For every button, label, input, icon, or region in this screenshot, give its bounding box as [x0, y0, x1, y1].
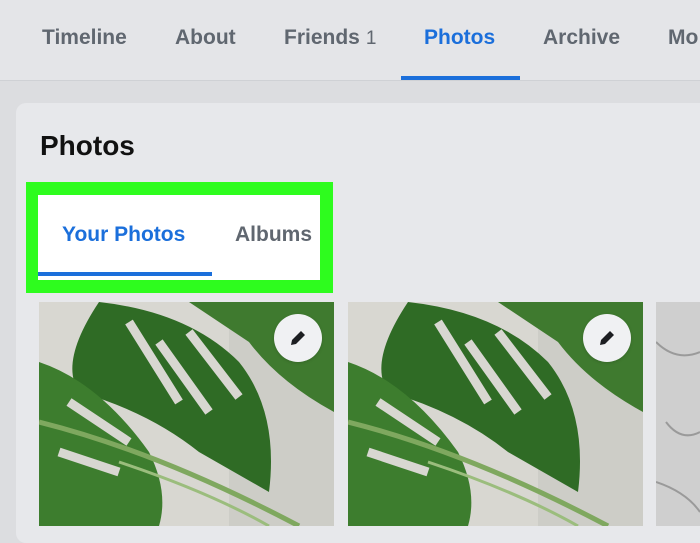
tab-friends[interactable]: Friends 1 — [284, 26, 376, 50]
profile-nav: Timeline About Friends 1 Photos Archive M… — [0, 0, 700, 81]
marble-photo — [656, 302, 700, 526]
photo-tile[interactable] — [348, 302, 643, 526]
pencil-icon — [291, 331, 305, 345]
tab-about[interactable]: About — [175, 26, 236, 50]
photo-tile[interactable] — [656, 302, 700, 526]
photo-tile[interactable] — [39, 302, 334, 526]
page-title: Photos — [40, 130, 135, 161]
subtab-active-indicator — [38, 272, 212, 276]
edit-photo-button[interactable] — [274, 314, 322, 362]
friends-count: 1 — [365, 28, 377, 49]
pencil-icon — [600, 331, 614, 345]
tab-archive[interactable]: Archive — [543, 26, 620, 50]
tab-timeline[interactable]: Timeline — [42, 26, 127, 50]
tab-your-photos[interactable]: Your Photos — [62, 223, 185, 247]
photo-subtabs: Your Photos Albums — [38, 195, 320, 280]
active-tab-indicator — [401, 76, 520, 80]
tab-albums[interactable]: Albums — [235, 223, 312, 247]
tab-more[interactable]: Mo — [668, 26, 698, 50]
edit-photo-button[interactable] — [583, 314, 631, 362]
tab-photos[interactable]: Photos — [424, 26, 495, 50]
tab-friends-label: Friends — [284, 26, 360, 49]
